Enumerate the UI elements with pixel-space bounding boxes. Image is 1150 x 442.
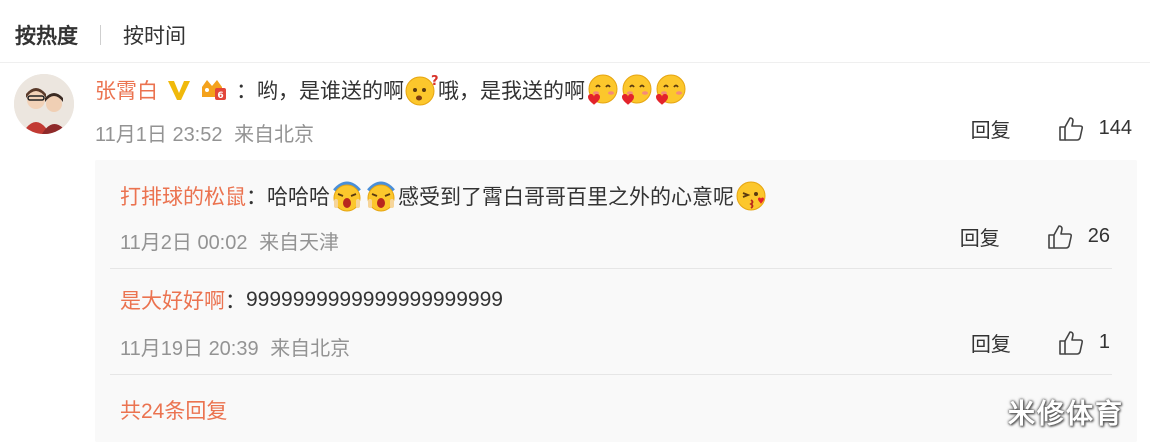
thumbs-up-icon[interactable] [1057, 115, 1085, 143]
question-emoji: ? [404, 73, 438, 107]
comment-text-1: 哟，是谁送的啊 [257, 80, 404, 103]
reply-text-1a: 哈哈哈 [267, 186, 330, 209]
main-comment-line: 张霄白 6 ： 哟，是谁送的啊 ? 哦，是我送的啊 [95, 72, 687, 108]
reply-divider [110, 374, 1112, 375]
reply-text-2: 9999999999999999999999 [246, 288, 503, 311]
fan-badge-icon: 6 [198, 77, 228, 103]
comment-colon: ： [236, 80, 257, 103]
like-count: 144 [1098, 117, 1132, 139]
like-count: 26 [1087, 225, 1110, 247]
comment-location: 来自北京 [234, 124, 315, 146]
comment-meta: 11月1日 23:52 来自北京 [95, 118, 314, 147]
reply-colon-2: ： [225, 290, 246, 313]
hearts-emoji [653, 73, 687, 107]
reply-meta-2: 11月19日 20:39 来自北京 [120, 332, 350, 361]
reply-username-1[interactable]: 打排球的松鼠 [120, 181, 246, 211]
reply-actions-1: 回复 26 [960, 222, 1110, 251]
hearts-emoji [619, 73, 653, 107]
comment-username[interactable]: 张霄白 [95, 75, 158, 105]
comment-actions: 回复 144 [971, 114, 1132, 143]
sort-divider [100, 25, 101, 45]
reply-line-1: 打排球的松鼠 ： 哈哈哈 感受到了霄白哥哥百里之外的心意呢 [120, 178, 768, 214]
reply-location-2: 来自北京 [270, 338, 351, 360]
reply-button[interactable]: 回复 [971, 328, 1011, 357]
thumbs-up-icon[interactable] [1046, 223, 1074, 251]
watermark: 米修体育 [1008, 399, 1124, 429]
svg-text:?: ? [431, 74, 438, 89]
svg-text:6: 6 [217, 91, 223, 101]
hearts-emoji [585, 73, 619, 107]
avatar[interactable] [14, 74, 74, 134]
reply-divider [110, 268, 1112, 269]
header-divider [0, 62, 1150, 63]
sort-by-time-tab[interactable]: 按时间 [123, 20, 186, 50]
verified-v-icon [166, 77, 192, 103]
scream-emoji [330, 179, 364, 213]
sort-by-hot-tab[interactable]: 按热度 [15, 20, 78, 50]
reply-button[interactable]: 回复 [960, 222, 1000, 251]
reply-actions-2: 回复 1 [971, 328, 1110, 357]
reply-datetime-1: 11月2日 00:02 [120, 232, 248, 254]
thumbs-up-icon[interactable] [1057, 329, 1085, 357]
reply-colon-1: ： [246, 186, 267, 209]
comment-datetime: 11月1日 23:52 [95, 124, 223, 146]
reply-location-1: 来自天津 [259, 232, 340, 254]
reply-text-1b: 感受到了霄白哥哥百里之外的心意呢 [398, 186, 734, 209]
more-replies-link[interactable]: 共24条回复 [120, 395, 227, 425]
like-count: 1 [1098, 331, 1110, 353]
kiss-emoji [734, 179, 768, 213]
reply-line-2: 是大好好啊 ： 9999999999999999999999 [120, 282, 503, 318]
comment-text-2: 哦，是我送的啊 [438, 80, 585, 103]
reply-datetime-2: 11月19日 20:39 [120, 338, 259, 360]
scream-emoji [364, 179, 398, 213]
reply-button[interactable]: 回复 [971, 114, 1011, 143]
sort-bar: 按热度 按时间 [15, 18, 186, 52]
reply-meta-1: 11月2日 00:02 来自天津 [120, 226, 339, 255]
reply-username-2[interactable]: 是大好好啊 [120, 285, 225, 315]
